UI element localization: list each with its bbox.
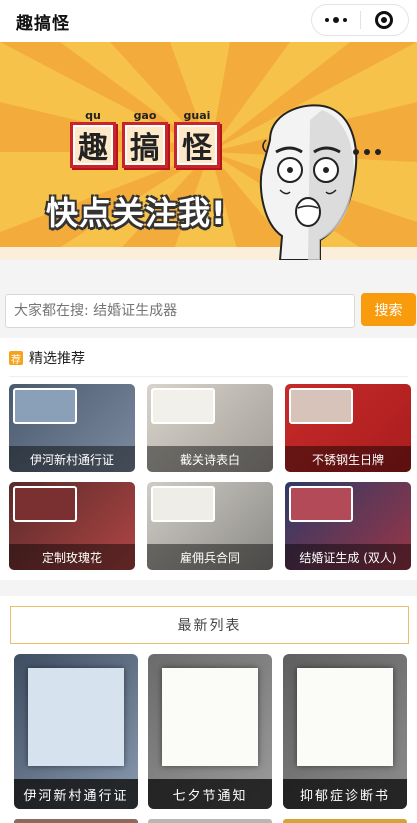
featured-section: 荐 精选推荐 伊河新村通行证 截关诗表白 不锈钢生日牌 定制玫瑰花 雇佣兵合同 … <box>0 338 417 580</box>
latest-card-2[interactable]: 七夕节通知 <box>148 654 272 809</box>
latest-card-3[interactable]: 抑郁症诊断书 <box>283 654 407 809</box>
featured-title: 精选推荐 <box>29 351 85 367</box>
featured-card-label: 伊河新村通行证 <box>9 446 135 472</box>
featured-thumb-2 <box>151 388 215 424</box>
featured-card-6[interactable]: 结婚证生成 (双人) <box>285 482 411 570</box>
latest-thumb-3 <box>297 668 393 766</box>
featured-header: 荐 精选推荐 <box>9 348 85 368</box>
search-button[interactable]: 搜索 <box>361 293 416 326</box>
pinyin-gao: gao <box>133 109 157 122</box>
latest-section: 最新列表 伊河新村通行证 七夕节通知 抑郁症诊断书 <box>0 596 417 823</box>
mini-program-capsule <box>311 4 409 36</box>
featured-thumb-3 <box>289 388 353 424</box>
featured-card-label: 截关诗表白 <box>147 446 273 472</box>
featured-card-label: 结婚证生成 (双人) <box>285 544 411 570</box>
next-row-card-peek-3 <box>283 819 407 823</box>
latest-thumb-2 <box>162 668 258 766</box>
featured-card-3[interactable]: 不锈钢生日牌 <box>285 384 411 472</box>
featured-card-5[interactable]: 雇佣兵合同 <box>147 482 273 570</box>
featured-card-label: 定制玫瑰花 <box>9 544 135 570</box>
banner-slogan: 快点关注我! <box>46 194 227 232</box>
page: 趣搞怪 qu gao guai 趣 搞 怪 快点关注我! 大家都在搜: 结婚证生… <box>0 0 417 823</box>
star-badge-icon: 荐 <box>9 351 23 366</box>
featured-thumb-4 <box>13 486 77 522</box>
featured-divider <box>9 376 408 377</box>
search-input[interactable] <box>5 294 355 328</box>
featured-card-1[interactable]: 伊河新村通行证 <box>9 384 135 472</box>
record-circle-icon[interactable] <box>361 5 408 35</box>
featured-thumb-6 <box>289 486 353 522</box>
app-title: 趣搞怪 <box>16 13 70 34</box>
latest-card-label: 七夕节通知 <box>148 779 272 809</box>
latest-card-1[interactable]: 伊河新村通行证 <box>14 654 138 809</box>
featured-card-4[interactable]: 定制玫瑰花 <box>9 482 135 570</box>
next-row-card-peek-1 <box>14 819 138 823</box>
banner-char-tile-qu: 趣 <box>70 122 116 168</box>
banner-char-tile-guai: 怪 <box>174 122 220 168</box>
search-row: 搜索 <box>0 292 417 330</box>
featured-thumb-1 <box>13 388 77 424</box>
top-bar: 趣搞怪 <box>0 0 417 42</box>
more-dots-icon[interactable] <box>312 5 360 35</box>
latest-thumb-1 <box>28 668 124 766</box>
featured-thumb-5 <box>151 486 215 522</box>
featured-card-2[interactable]: 截关诗表白 <box>147 384 273 472</box>
meme-face-icon <box>259 104 358 260</box>
featured-card-label: 雇佣兵合同 <box>147 544 273 570</box>
banner-dots <box>353 140 386 159</box>
banner[interactable]: qu gao guai 趣 搞 怪 快点关注我! <box>0 42 417 260</box>
featured-card-label: 不锈钢生日牌 <box>285 446 411 472</box>
banner-char-tile-gao: 搞 <box>122 122 168 168</box>
pinyin-guai: guai <box>183 109 211 122</box>
next-row-card-peek-2 <box>148 819 272 823</box>
latest-card-label: 伊河新村通行证 <box>14 779 138 809</box>
latest-title: 最新列表 <box>10 606 409 644</box>
latest-card-label: 抑郁症诊断书 <box>283 779 407 809</box>
pinyin-qu: qu <box>85 109 101 122</box>
